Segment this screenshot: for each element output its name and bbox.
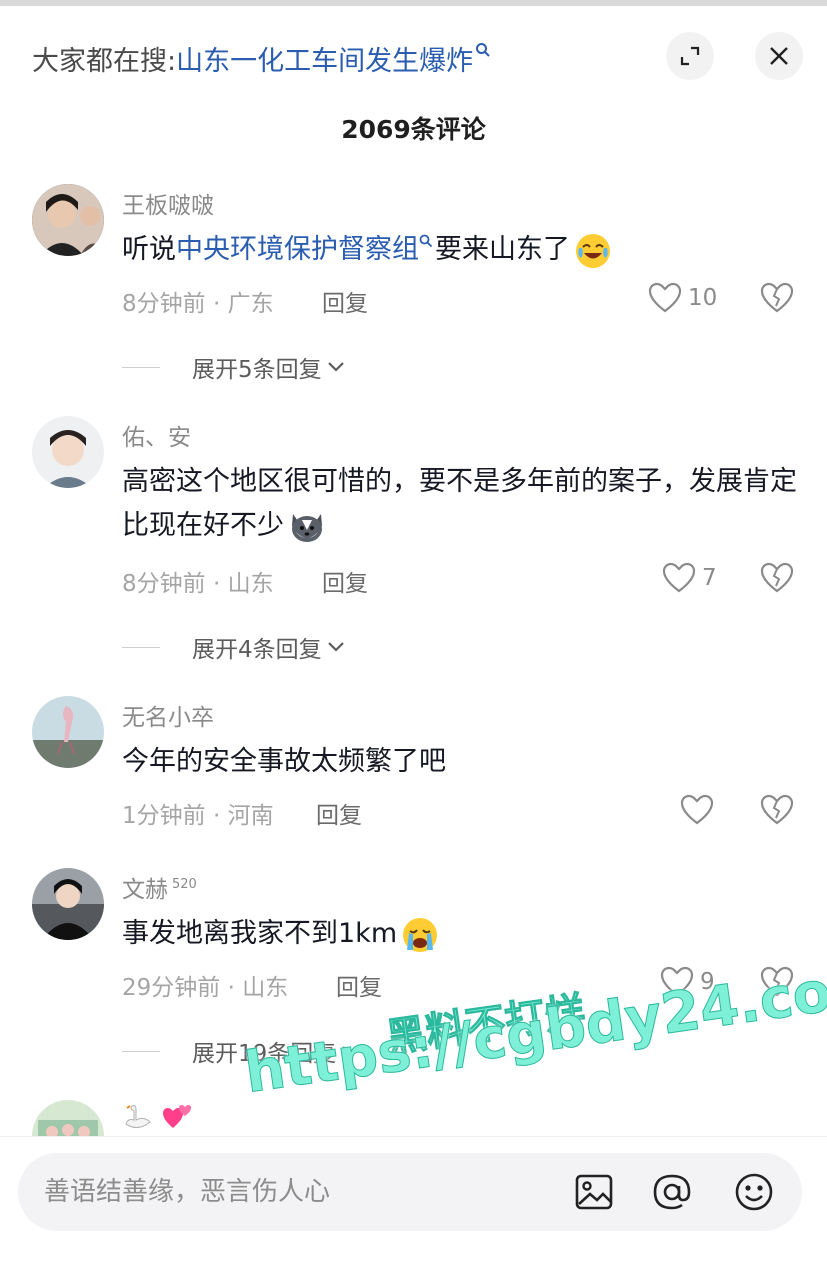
close-button[interactable] (755, 32, 803, 80)
expand-replies[interactable]: 展开4条回复 (122, 630, 346, 664)
divider (122, 646, 160, 648)
comment-text-part: 高密这个地区很可惜的，要不是多年前的案子，发展肯定比现在好不少 (122, 466, 797, 541)
emoji-button[interactable] (734, 1172, 774, 1212)
heart-emoji (163, 1105, 192, 1128)
avatar[interactable] (32, 868, 104, 940)
chevron-down-icon (327, 362, 344, 372)
expand-icon (680, 46, 700, 66)
husky-emoji (292, 513, 322, 542)
broken-heart-icon[interactable] (760, 562, 794, 594)
username[interactable]: 佑、安 (122, 418, 191, 452)
broken-heart-icon[interactable] (760, 794, 794, 826)
search-term-link[interactable]: 山东一化工车间发生爆炸 (176, 39, 473, 78)
comment-text-part: 事发地离我家不到1km (122, 918, 398, 949)
username[interactable]: 文赫 520 (122, 870, 197, 904)
comment-text-part: 今年的安全事故太频繁了吧 (122, 746, 446, 777)
broken-heart-icon[interactable] (760, 282, 794, 314)
comment-text: 今年的安全事故太频繁了吧 (122, 740, 802, 784)
username[interactable]: 王板啵啵 (122, 186, 214, 220)
comment-input-bar (0, 1136, 827, 1287)
reply-button[interactable]: 回复 (336, 968, 382, 1002)
username[interactable]: 无名小卒 (122, 698, 214, 732)
like-button[interactable] (680, 794, 714, 826)
comment-text-part: 听说 (122, 234, 176, 265)
expand-label: 展开4条回复 (192, 637, 322, 663)
watermark-url: https://cgbdy24.com (240, 951, 827, 1107)
time-location: 1分钟前 · 河南 (122, 803, 274, 829)
comment-count: 2069条评论 (341, 115, 486, 144)
avatar[interactable] (32, 696, 104, 768)
search-prefix: 大家都在搜: (32, 45, 177, 77)
crying-laughing-emoji (576, 233, 610, 268)
reply-button[interactable]: 回复 (322, 284, 368, 318)
close-icon (770, 47, 788, 65)
search-icon (476, 43, 490, 57)
reply-button[interactable]: 回复 (322, 564, 368, 598)
like-button[interactable]: 7 (662, 562, 717, 594)
heart-icon (662, 562, 696, 593)
chevron-down-icon (327, 642, 344, 652)
search-icon (419, 234, 433, 248)
time-location: 29分钟前 · 山东 (122, 975, 289, 1001)
heart-icon (680, 794, 714, 825)
comment-input-box[interactable] (18, 1153, 802, 1231)
comment-text: 事发地离我家不到1km (122, 912, 802, 956)
image-icon (575, 1174, 613, 1210)
like-count: 7 (702, 565, 717, 591)
mention-button[interactable] (652, 1172, 692, 1212)
search-suggestion[interactable]: 大家都在搜: 山东一化工车间发生爆炸 (32, 36, 491, 80)
heart-icon (648, 282, 682, 313)
time-location: 8分钟前 · 山东 (122, 571, 274, 597)
swan-emoji (125, 1105, 151, 1128)
smiley-icon (735, 1173, 773, 1211)
at-icon (653, 1174, 691, 1210)
comment-text: 高密这个地区很可惜的，要不是多年前的案子，发展肯定比现在好不少 (122, 460, 802, 548)
expand-button[interactable] (666, 32, 714, 80)
avatar[interactable] (32, 184, 104, 256)
image-button[interactable] (574, 1172, 614, 1212)
expand-replies[interactable]: 展开5条回复 (122, 350, 346, 384)
like-count: 10 (688, 285, 718, 311)
topic-link[interactable]: 中央环境保护督察组 (176, 234, 419, 265)
comment-input[interactable] (42, 1169, 566, 1215)
username-badge: 520 (172, 877, 197, 893)
reply-button[interactable]: 回复 (316, 796, 362, 830)
comment-text: 听说中央环境保护督察组 要来山东了 (122, 228, 802, 272)
like-button[interactable]: 10 (648, 282, 717, 314)
avatar[interactable] (32, 416, 104, 488)
comment-text-part: 要来山东了 (435, 234, 570, 265)
time-location: 8分钟前 · 广东 (122, 291, 274, 317)
divider (122, 366, 160, 368)
username[interactable] (122, 1102, 193, 1136)
comment-panel: 大家都在搜: 山东一化工车间发生爆炸 2069条评论 王板啵啵 听说中央环境保护… (0, 6, 827, 1287)
divider (122, 1050, 160, 1052)
expand-label: 展开5条回复 (192, 357, 322, 383)
username-text: 文赫 (122, 877, 168, 903)
crying-emoji (403, 917, 438, 952)
